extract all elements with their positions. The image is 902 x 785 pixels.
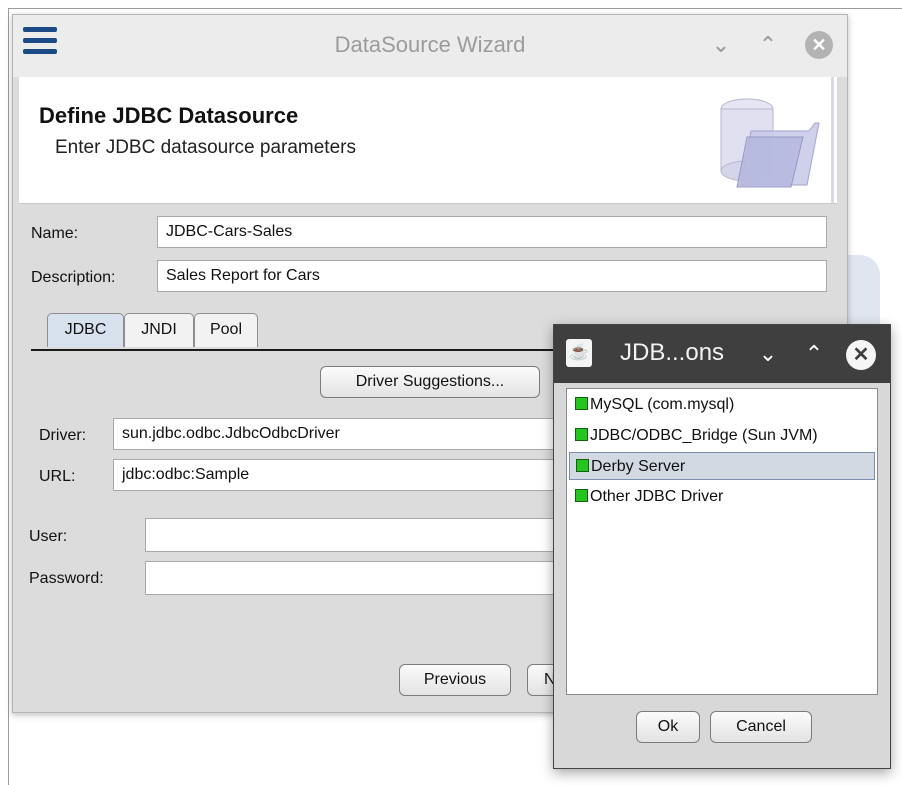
password-label: Password: [29, 570, 104, 587]
user-label: User: [29, 528, 68, 545]
jdbc-driver-options-dialog: ☕ JDB...ons ⌄ ⌃ ✕ MySQL (com.mysql) JDBC… [553, 324, 891, 769]
user-field[interactable] [145, 518, 573, 552]
header-divider [831, 77, 834, 203]
ok-button[interactable]: Ok [636, 711, 700, 743]
cancel-button[interactable]: Cancel [710, 711, 812, 743]
page-border [8, 8, 902, 9]
wizard-header: Define JDBC Datasource Enter JDBC dataso… [19, 77, 837, 204]
close-icon[interactable]: ✕ [805, 31, 833, 59]
dialog-title: JDB...ons [620, 339, 725, 366]
minimize-icon[interactable]: ⌄ [708, 32, 734, 58]
list-item-selected[interactable]: Derby Server [569, 452, 875, 480]
list-item[interactable]: MySQL (com.mysql) [569, 391, 875, 419]
java-icon: ☕ [566, 339, 592, 367]
description-label: Description: [31, 269, 116, 286]
description-field[interactable]: Sales Report for Cars [157, 260, 827, 292]
wizard-titlebar[interactable]: DataSource Wizard ⌄ ⌃ ✕ [13, 15, 847, 77]
list-item-label: Derby Server [591, 458, 686, 475]
previous-button[interactable]: Previous [399, 664, 511, 696]
tab-jdbc[interactable]: JDBC [47, 313, 124, 347]
close-icon[interactable]: ✕ [846, 340, 876, 370]
list-item-label: MySQL (com.mysql) [590, 396, 735, 413]
driver-label: Driver: [39, 427, 87, 444]
list-item-label: Other JDBC Driver [590, 488, 724, 505]
driver-suggestions-button[interactable]: Driver Suggestions... [320, 366, 540, 398]
page-border-left [8, 8, 9, 785]
name-field[interactable]: JDBC-Cars-Sales [157, 216, 827, 248]
name-label: Name: [31, 225, 79, 242]
driver-list[interactable]: MySQL (com.mysql) JDBC/ODBC_Bridge (Sun … [566, 388, 878, 695]
url-field[interactable]: jdbc:odbc:Sample [113, 459, 573, 491]
status-green-icon [575, 489, 588, 502]
status-green-icon [576, 459, 589, 472]
driver-field[interactable]: sun.jdbc.odbc.JdbcOdbcDriver [113, 418, 573, 450]
status-green-icon [575, 397, 588, 410]
url-label: URL: [39, 468, 76, 485]
page-title: Define JDBC Datasource [39, 103, 299, 128]
list-item[interactable]: JDBC/ODBC_Bridge (Sun JVM) [569, 422, 875, 450]
tab-jndi[interactable]: JNDI [124, 313, 194, 347]
maximize-icon[interactable]: ⌃ [755, 32, 781, 58]
list-item-label: JDBC/ODBC_Bridge (Sun JVM) [590, 427, 818, 444]
page-subtitle: Enter JDBC datasource parameters [55, 137, 356, 158]
password-field[interactable] [145, 561, 573, 595]
maximize-icon[interactable]: ⌃ [800, 340, 828, 368]
status-green-icon [575, 428, 588, 441]
list-item[interactable]: Other JDBC Driver [569, 483, 875, 511]
tab-pool[interactable]: Pool [194, 313, 258, 347]
tab-underline [31, 349, 571, 351]
database-folder-icon [720, 98, 820, 188]
dialog-titlebar[interactable]: ☕ JDB...ons ⌄ ⌃ ✕ [554, 325, 890, 383]
minimize-icon[interactable]: ⌄ [754, 340, 782, 368]
